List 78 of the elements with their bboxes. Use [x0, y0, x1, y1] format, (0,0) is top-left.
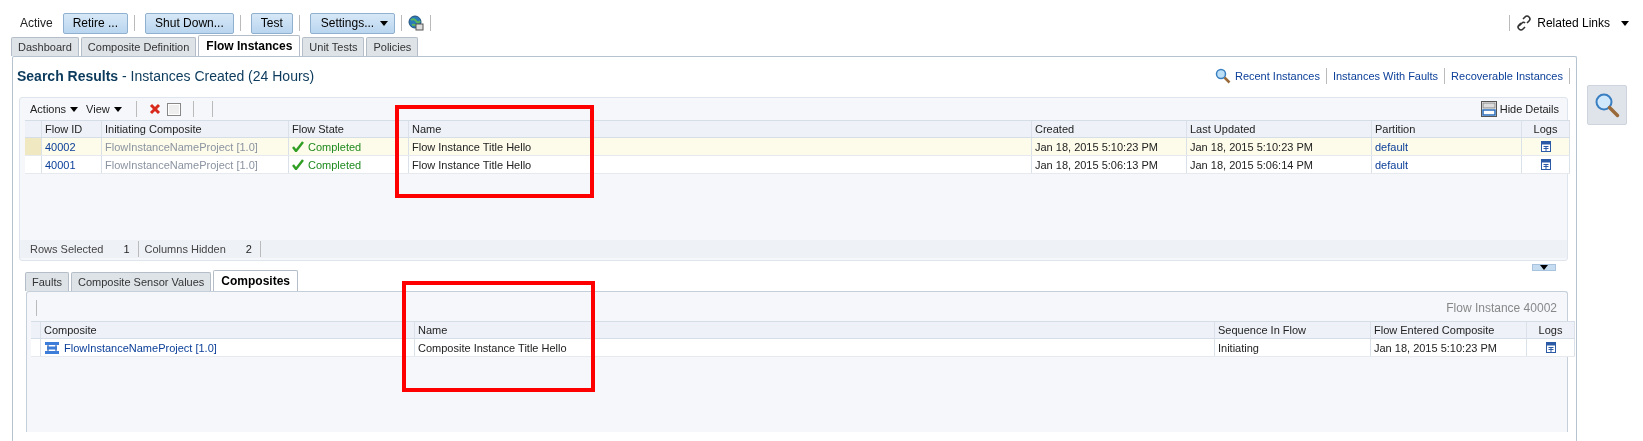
tab[interactable]: Dashboard [11, 37, 79, 56]
table-row[interactable]: 40002 FlowInstanceNameProject [1.0] Completed Flow Instance Title Hello Jan 18, 2015 5:10:23 PM Jan 18, 2015 5:10:23 PM default [25, 138, 1570, 156]
search-link[interactable]: Recoverable Instances [1451, 70, 1563, 82]
table-row[interactable]: 40001 FlowInstanceNameProject [1.0] Completed Flow Instance Title Hello Jan 18, 2015 5:06:13 PM Jan 18, 2015 5:06:14 PM default [25, 156, 1570, 174]
caret-icon [70, 106, 79, 112]
footer-label: Columns Hidden [144, 243, 226, 255]
search-link[interactable]: Recent Instances [1234, 70, 1320, 82]
flow-state: Completed [289, 156, 409, 173]
check-icon [292, 159, 304, 170]
caret-icon [1621, 20, 1629, 26]
search-icon [1214, 68, 1231, 84]
table-cell: FlowInstanceNameProject [1.0] [102, 156, 289, 173]
flow-id-link[interactable]: 40002 [42, 138, 102, 155]
composite-icon [44, 340, 60, 355]
hide-details-button[interactable]: Hide Details [1480, 101, 1559, 117]
log-icon[interactable] [1545, 342, 1556, 353]
column-header[interactable]: Initiating Composite [102, 121, 289, 137]
page-title: Search Results - Instances Created (24 Hours) [17, 68, 315, 84]
composite-link[interactable]: FlowInstanceNameProject [1.0] [44, 340, 217, 355]
log-icon[interactable] [1540, 141, 1551, 152]
globe-icon[interactable] [408, 15, 425, 31]
table-cell: Jan 18, 2015 5:06:14 PM [1187, 156, 1372, 173]
menu-button[interactable]: Actions [30, 103, 79, 115]
flow-state: Completed [289, 138, 409, 155]
tab[interactable]: Composites [213, 270, 299, 291]
caret-icon [1540, 265, 1548, 270]
column-header[interactable]: Partition [1372, 121, 1522, 137]
partition-link[interactable]: default [1372, 156, 1522, 173]
column-header[interactable]: Flow ID [42, 121, 102, 137]
flow-instance-caption: Flow Instance 40002 [1446, 301, 1557, 315]
column-header[interactable]: Flow State [289, 121, 409, 137]
column-header[interactable]: Logs [1527, 322, 1575, 338]
column-header[interactable]: Last Updated [1187, 121, 1372, 137]
column-header[interactable]: Name [415, 322, 1215, 338]
table-cell: Flow Instance Title Hello [409, 138, 1032, 155]
caret-icon [380, 20, 389, 26]
log-icon[interactable] [1540, 159, 1551, 170]
column-header[interactable]: Name [409, 121, 1032, 137]
table-cell: Flow Instance Title Hello [409, 156, 1032, 173]
column-header[interactable]: Sequence In Flow [1215, 322, 1371, 338]
table-cell: Jan 18, 2015 5:10:23 PM [1371, 339, 1527, 356]
column-header[interactable]: Composite [41, 322, 415, 338]
tab[interactable]: Flow Instances [198, 35, 301, 56]
check-icon [292, 141, 304, 152]
column-header[interactable]: Logs [1522, 121, 1570, 137]
collapse-button[interactable] [1532, 264, 1556, 271]
flow-id-link[interactable]: 40001 [42, 156, 102, 173]
chain-link-icon [1516, 15, 1533, 31]
tab[interactable]: Unit Tests [302, 37, 365, 56]
panel-icon [1480, 101, 1497, 117]
partition-link[interactable]: default [1372, 138, 1522, 155]
table-cell: FlowInstanceNameProject [1.0] [102, 138, 289, 155]
tab[interactable]: Faults [25, 272, 69, 291]
table-cell: Initiating [1215, 339, 1371, 356]
menu-button[interactable]: View [86, 103, 122, 115]
column-header[interactable]: Created [1032, 121, 1187, 137]
search-button[interactable] [1587, 85, 1627, 125]
footer-label: Rows Selected [30, 243, 104, 255]
toolbar-button[interactable]: Test [250, 12, 293, 34]
toolbar-button[interactable]: Settings... [309, 12, 396, 34]
tab[interactable]: Composite Sensor Values [70, 272, 212, 291]
footer-value: 2 [245, 243, 252, 255]
detach-icon[interactable] [166, 102, 181, 116]
tab[interactable]: Policies [366, 37, 419, 56]
table-cell: Composite Instance Title Hello [415, 339, 1215, 356]
table-cell: Jan 18, 2015 5:10:23 PM [1032, 138, 1187, 155]
toolbar-button[interactable]: Shut Down... [145, 12, 234, 34]
footer-value: 1 [123, 243, 130, 255]
status-label: Active [20, 16, 53, 30]
column-header[interactable]: Flow Entered Composite [1371, 322, 1527, 338]
caret-icon [113, 106, 122, 112]
table-cell: Jan 18, 2015 5:06:13 PM [1032, 156, 1187, 173]
toolbar-button[interactable]: Retire ... [62, 12, 129, 34]
search-link[interactable]: Instances With Faults [1332, 70, 1439, 82]
related-links-menu[interactable]: Related Links [1516, 15, 1629, 31]
table-cell: Jan 18, 2015 5:10:23 PM [1187, 138, 1372, 155]
delete-icon[interactable] [148, 103, 161, 115]
tab[interactable]: Composite Definition [80, 37, 197, 56]
